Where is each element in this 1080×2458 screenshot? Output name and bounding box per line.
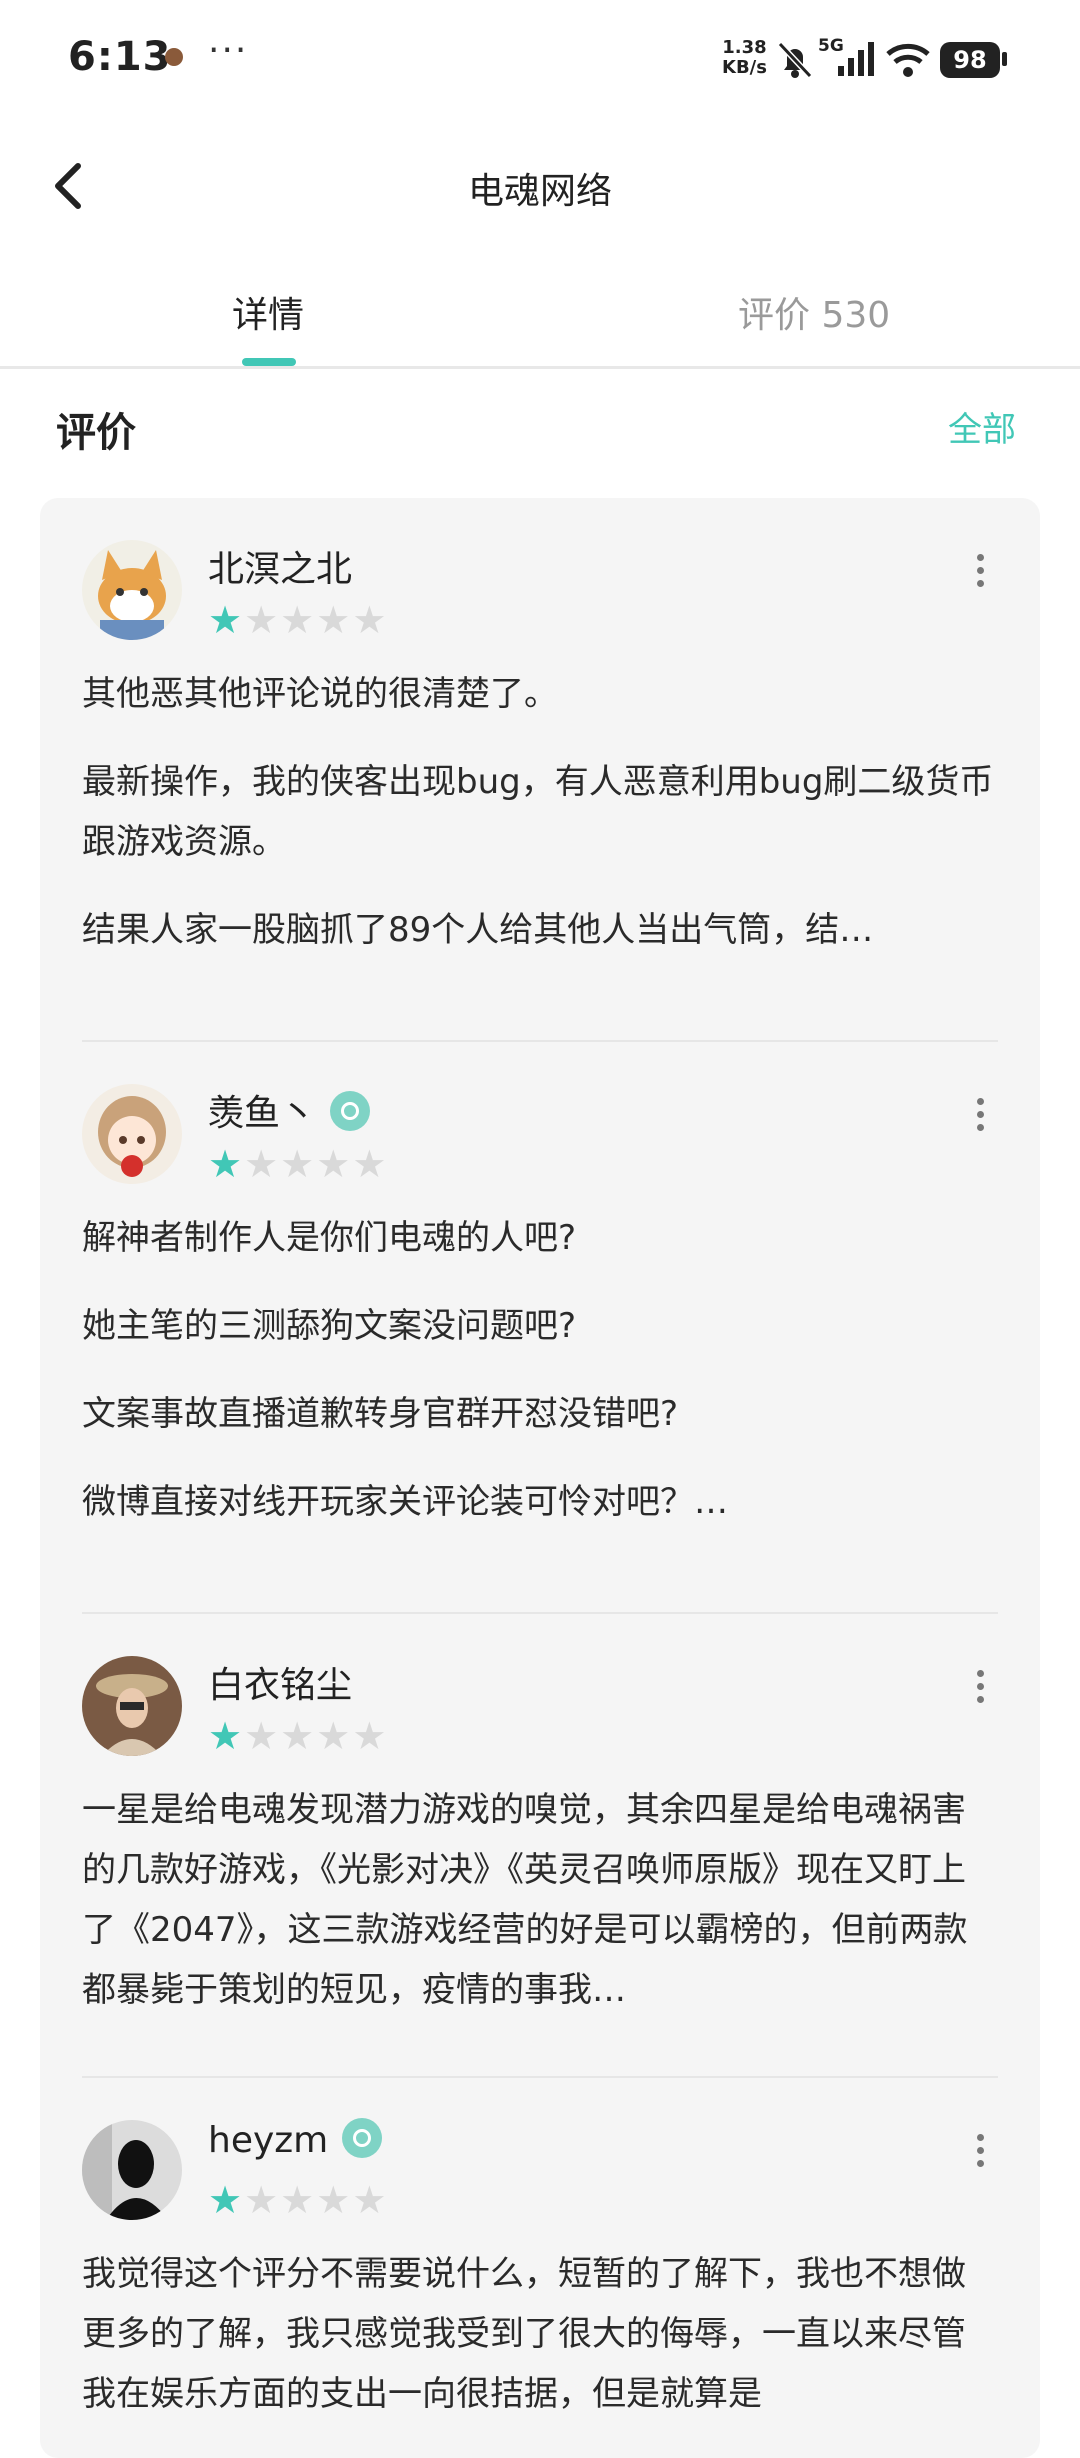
star-filled-icon: ★	[208, 2178, 243, 2222]
more-notifications-icon: ···	[208, 30, 249, 71]
mute-bell-icon	[777, 41, 813, 79]
review-text[interactable]: 我觉得这个评分不需要说什么，短暂的了解下，我也不想做更多的了解，我只感觉我受到了…	[82, 2244, 998, 2452]
star-filled-icon: ★	[208, 598, 243, 642]
star-rating: ★★★★★	[208, 2178, 388, 2222]
username[interactable]: 白衣铭尘	[208, 1656, 352, 1708]
star-empty-icon: ★	[244, 598, 279, 642]
username[interactable]: 北溟之北	[208, 540, 352, 592]
view-all-link[interactable]: 全部	[948, 402, 1016, 451]
battery-tip	[1002, 52, 1007, 66]
notification-app-icon	[165, 48, 183, 66]
star-empty-icon: ★	[316, 598, 351, 642]
star-empty-icon: ★	[352, 1142, 387, 1186]
tab-reviews[interactable]: 评价 530	[738, 286, 890, 338]
status-time: 6:13	[68, 34, 172, 80]
username[interactable]: 羡鱼丶	[208, 1084, 371, 1136]
network-speed: 1.38 KB/s	[722, 37, 767, 78]
star-empty-icon: ★	[280, 2178, 315, 2222]
star-rating: ★★★★★	[208, 598, 388, 642]
star-empty-icon: ★	[244, 1142, 279, 1186]
avatar[interactable]	[82, 2120, 182, 2220]
star-empty-icon: ★	[352, 1714, 387, 1758]
tab-bar: 详情 评价 530	[0, 260, 1080, 369]
verified-badge-icon	[342, 2118, 383, 2158]
star-empty-icon: ★	[280, 1714, 315, 1758]
reviews-card: 北溟之北 ★★★★★ 其他恶其他评论说的很清楚了。 最新操作，我的侠客出现bug…	[40, 498, 1040, 2458]
star-filled-icon: ★	[208, 1142, 243, 1186]
avatar[interactable]	[82, 1656, 182, 1756]
star-empty-icon: ★	[280, 1142, 315, 1186]
active-tab-indicator	[242, 358, 296, 366]
star-filled-icon: ★	[208, 1714, 243, 1758]
more-options-button[interactable]	[970, 1670, 990, 1710]
more-options-button[interactable]	[970, 554, 990, 594]
star-rating: ★★★★★	[208, 1714, 388, 1758]
star-empty-icon: ★	[316, 1714, 351, 1758]
divider	[82, 2076, 998, 2078]
avatar[interactable]	[82, 1084, 182, 1184]
divider	[82, 1040, 998, 1042]
signal-icon	[838, 42, 874, 76]
more-options-button[interactable]	[970, 1098, 990, 1138]
star-empty-icon: ★	[352, 2178, 387, 2222]
review-text[interactable]: 一星是给电魂发现潜力游戏的嗅觉，其余四星是给电魂祸害的几款好游戏，《光影对决》《…	[82, 1780, 998, 2048]
verified-badge-icon	[330, 1091, 371, 1131]
nav-bar: 电魂网络	[0, 120, 1080, 250]
star-empty-icon: ★	[352, 598, 387, 642]
battery-icon: 98	[940, 42, 1000, 78]
status-bar: 6:13 ··· 1.38 KB/s 5G 98	[0, 0, 1080, 120]
page-title: 电魂网络	[467, 171, 612, 212]
avatar[interactable]	[82, 540, 182, 640]
star-rating: ★★★★★	[208, 1142, 388, 1186]
star-empty-icon: ★	[244, 2178, 279, 2222]
review-text[interactable]: 解神者制作人是你们电魂的人吧? 她主笔的三测舔狗文案没问题吧? 文案事故直播道歉…	[82, 1208, 998, 1560]
star-empty-icon: ★	[316, 2178, 351, 2222]
section-title: 评价	[56, 410, 136, 456]
username[interactable]: heyzm	[208, 2118, 383, 2162]
tab-details[interactable]: 详情	[232, 286, 304, 338]
more-options-button[interactable]	[970, 2134, 990, 2174]
star-empty-icon: ★	[244, 1714, 279, 1758]
wifi-icon	[886, 43, 930, 77]
divider	[82, 1612, 998, 1614]
star-empty-icon: ★	[280, 598, 315, 642]
review-text[interactable]: 其他恶其他评论说的很清楚了。 最新操作，我的侠客出现bug，有人恶意利用bug刷…	[82, 664, 998, 988]
star-empty-icon: ★	[316, 1142, 351, 1186]
